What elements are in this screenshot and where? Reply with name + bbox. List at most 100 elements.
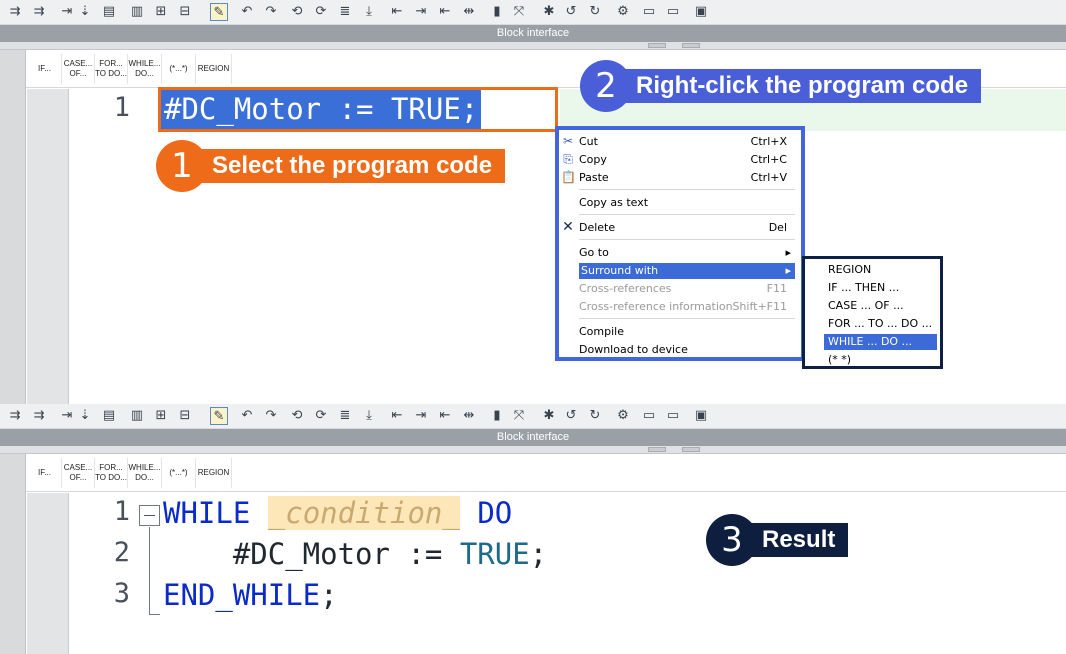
menu-item-download-to-device[interactable]: Download to device (579, 342, 795, 358)
cross-icon[interactable]: ⤧ (510, 3, 528, 21)
splitter-grip[interactable] (648, 43, 666, 48)
star-icon[interactable]: ✱ (540, 407, 558, 425)
refresh-icon[interactable]: ⟳ (312, 407, 330, 425)
cross-icon[interactable]: ⤧ (510, 407, 528, 425)
undo-icon[interactable]: ↶ (238, 3, 256, 21)
splitter[interactable] (0, 42, 1066, 50)
menu-item-compile[interactable]: Compile (579, 324, 795, 340)
submenu-item-region[interactable]: REGION (824, 262, 937, 278)
splitter[interactable] (0, 446, 1066, 454)
menu-item-cross-references[interactable]: Cross-references F11 (579, 281, 795, 297)
list-icon[interactable]: ▤ (100, 407, 118, 425)
insert-icon[interactable]: ⇥ (58, 407, 76, 425)
indent-icon[interactable]: ⇤ (436, 3, 454, 21)
lines-icon[interactable]: ≣ (336, 407, 354, 425)
block-interface-bar[interactable]: Block interface (0, 429, 1066, 446)
code-line-2[interactable]: #DC_Motor := TRUE; (163, 537, 547, 571)
case-keyword-button[interactable]: CASE... OF... (62, 458, 95, 488)
rotate-right-icon[interactable]: ↻ (586, 407, 604, 425)
star-icon[interactable]: ✱ (540, 3, 558, 21)
outdent-icon[interactable]: ⇥ (412, 3, 430, 21)
if-keyword-button[interactable]: IF... (28, 458, 62, 488)
bar-icon[interactable]: ▮ (488, 407, 506, 425)
menu-item-surround-with[interactable]: Surround with ▸ (579, 263, 795, 279)
bar-icon[interactable]: ▮ (488, 3, 506, 21)
compare-icon[interactable]: ⇉ (30, 407, 48, 425)
menu-item-delete[interactable]: Delete Del (579, 220, 795, 236)
menu-item-paste[interactable]: Paste Ctrl+V (579, 170, 795, 186)
rotate-right-icon[interactable]: ↻ (586, 3, 604, 21)
splitter-grip[interactable] (648, 447, 666, 452)
if-keyword-button[interactable]: IF... (28, 54, 62, 84)
settings-icon[interactable]: ⚙ (614, 3, 632, 21)
while-keyword-button[interactable]: WHILE... DO... (128, 458, 162, 488)
expand-icon[interactable]: ⊞ (152, 407, 170, 425)
window-icon[interactable]: ▭ (664, 407, 682, 425)
indent-icon[interactable]: ⇤ (388, 407, 406, 425)
list-icon[interactable]: ▥ (128, 407, 146, 425)
rotate-left-icon[interactable]: ↺ (562, 407, 580, 425)
submenu-item-comment[interactable]: (* *) (824, 352, 937, 368)
align-icon[interactable]: ⇹ (460, 407, 478, 425)
rotate-left-icon[interactable]: ↺ (562, 3, 580, 21)
outdent-icon[interactable]: ⇥ (412, 407, 430, 425)
align-icon[interactable]: ⇹ (460, 3, 478, 21)
refresh-icon[interactable]: ⟲ (288, 407, 306, 425)
menu-item-cross-reference-information[interactable]: Cross-reference information Shift+F11 (579, 299, 795, 315)
compare-icon[interactable]: ⇉ (6, 3, 24, 21)
splitter-grip[interactable] (682, 447, 700, 452)
region-keyword-button[interactable]: REGION (196, 458, 232, 488)
window-icon[interactable]: ▭ (640, 3, 658, 21)
for-keyword-button[interactable]: FOR... TO DO... (95, 458, 128, 488)
fold-toggle[interactable] (139, 505, 160, 526)
splitter-grip[interactable] (682, 43, 700, 48)
submenu-item-if-then[interactable]: IF ... THEN ... (824, 280, 937, 296)
menu-item-copy-as-text[interactable]: Copy as text (579, 195, 795, 211)
redo-icon[interactable]: ↷ (262, 3, 280, 21)
list-icon[interactable]: ▥ (128, 3, 146, 21)
arrow-down-icon[interactable]: ⤓ (360, 407, 378, 425)
edit-icon[interactable]: ✎ (210, 407, 228, 425)
redo-icon[interactable]: ↷ (262, 407, 280, 425)
editor-toolbar: ⇉ ⇉ ⇥ ⇣ ▤ ▥ ⊞ ⊟ ✎ ↶ ↷ ⟲ ⟳ ≣ ⤓ ⇤ ⇥ ⇤ ⇹ ▮ ⤧ ✱ ↺ ↻ ⚙ ▭ ▭ ▣ (0, 0, 1066, 25)
compare-icon[interactable]: ⇉ (6, 407, 24, 425)
region-keyword-button[interactable]: REGION (196, 54, 232, 84)
settings-icon[interactable]: ⚙ (614, 407, 632, 425)
download-icon[interactable]: ⇣ (76, 407, 94, 425)
submenu-item-case-of[interactable]: CASE ... OF ... (824, 298, 937, 314)
insert-icon[interactable]: ⇥ (58, 3, 76, 21)
refresh-icon[interactable]: ⟲ (288, 3, 306, 21)
while-keyword-button[interactable]: WHILE... DO... (128, 54, 162, 84)
indent-icon[interactable]: ⇤ (388, 3, 406, 21)
refresh-icon[interactable]: ⟳ (312, 3, 330, 21)
window-icon[interactable]: ▭ (640, 407, 658, 425)
window-icon[interactable]: ▭ (664, 3, 682, 21)
collapse-icon[interactable]: ⊟ (176, 3, 194, 21)
menu-item-cut[interactable]: Cut Ctrl+X (579, 134, 795, 150)
monitor-icon[interactable]: ▣ (692, 3, 710, 21)
comment-keyword-button[interactable]: (*...*) (162, 54, 196, 84)
code-line-3[interactable]: END_WHILE; (163, 578, 338, 612)
compare-icon[interactable]: ⇉ (30, 3, 48, 21)
menu-item-go-to[interactable]: Go to ▸ (579, 245, 795, 261)
case-keyword-button[interactable]: CASE... OF... (62, 54, 95, 84)
list-icon[interactable]: ▤ (100, 3, 118, 21)
code-line-1[interactable]: WHILE _condition_ DO (163, 496, 512, 530)
block-interface-bar[interactable]: Block interface (0, 25, 1066, 42)
menu-item-copy[interactable]: Copy Ctrl+C (579, 152, 795, 168)
undo-icon[interactable]: ↶ (238, 407, 256, 425)
collapse-icon[interactable]: ⊟ (176, 407, 194, 425)
comment-keyword-button[interactable]: (*...*) (162, 458, 196, 488)
edit-icon[interactable]: ✎ (210, 3, 228, 21)
submenu-item-for-to-do[interactable]: FOR ... TO ... DO ... (824, 316, 937, 332)
condition-placeholder[interactable]: _condition_ (267, 496, 460, 530)
lines-icon[interactable]: ≣ (336, 3, 354, 21)
selected-code[interactable]: #DC_Motor := TRUE; (161, 90, 482, 129)
download-icon[interactable]: ⇣ (76, 3, 94, 21)
arrow-down-icon[interactable]: ⤓ (360, 3, 378, 21)
indent-icon[interactable]: ⇤ (436, 407, 454, 425)
monitor-icon[interactable]: ▣ (692, 407, 710, 425)
expand-icon[interactable]: ⊞ (152, 3, 170, 21)
for-keyword-button[interactable]: FOR... TO DO... (95, 54, 128, 84)
submenu-item-while-do[interactable]: WHILE ... DO ... (824, 334, 937, 350)
